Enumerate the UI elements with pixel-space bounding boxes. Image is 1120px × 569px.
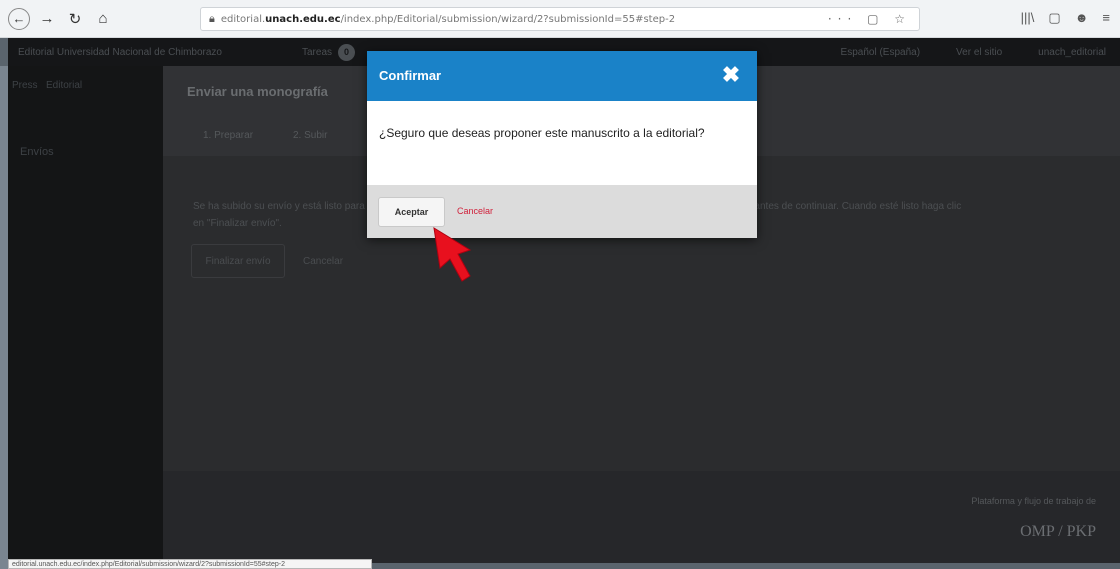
url-path: /index.php/Editorial/submission/wizard/2…: [340, 13, 676, 25]
reload-icon: ↻: [68, 10, 82, 28]
lock-icon: 🔒︎: [209, 12, 215, 25]
sidebar-item-submissions[interactable]: Envíos: [20, 146, 54, 158]
press-label: Press: [12, 80, 38, 91]
tasks-label: Tareas: [302, 46, 333, 58]
reload-button[interactable]: ↻: [64, 8, 86, 30]
page-title: Enviar una monografía: [187, 84, 328, 99]
sidebar-toggle-icon[interactable]: ▢: [1048, 10, 1060, 26]
home-icon: ⌂: [98, 10, 108, 27]
user-menu[interactable]: unach_editorial: [1038, 47, 1106, 58]
dialog-title: Confirmar: [379, 68, 442, 83]
confirm-dialog: Confirmar ✖ ¿Seguro que deseas proponer …: [367, 51, 757, 238]
press-switcher[interactable]: Press Editorial: [8, 80, 163, 100]
annotation-arrow-icon: [433, 227, 472, 282]
browser-right-icons: |||\ ▢ ☻ ≡: [1021, 10, 1110, 26]
forward-button[interactable]: →: [36, 8, 58, 30]
url-prefix: editorial.: [220, 13, 266, 25]
tab-prepare[interactable]: 1. Preparar: [203, 130, 253, 141]
accept-button[interactable]: Aceptar: [378, 197, 445, 227]
background-strip: [0, 66, 8, 569]
browser-toolbar: ← → ↻ ⌂ 🔒︎ editorial.unach.edu.ec/index.…: [0, 0, 1120, 38]
dialog-footer: Aceptar Cancelar: [367, 185, 757, 238]
tasks-menu[interactable]: Tareas 0: [302, 43, 356, 61]
finish-submission-button[interactable]: Finalizar envío: [191, 244, 285, 278]
status-bar-url: editorial.unach.edu.ec/index.php/Editori…: [8, 559, 372, 569]
home-button[interactable]: ⌂: [92, 8, 114, 30]
close-icon[interactable]: ✖: [719, 63, 743, 87]
press-name: Editorial: [46, 80, 83, 91]
main-cancel-link[interactable]: Cancelar: [303, 256, 343, 267]
account-icon[interactable]: ☻: [1075, 10, 1089, 26]
back-arrow-icon: ←: [12, 11, 26, 26]
back-button[interactable]: ←: [8, 7, 30, 30]
forward-arrow-icon: →: [39, 10, 55, 27]
dialog-header: Confirmar ✖: [367, 51, 757, 101]
language-menu[interactable]: Español (España): [841, 47, 921, 58]
menu-icon[interactable]: ≡: [1102, 10, 1110, 26]
omp-pkp-logo[interactable]: OMP / PKP: [1020, 523, 1096, 541]
url-bar[interactable]: 🔒︎ editorial.unach.edu.ec/index.php/Edit…: [200, 7, 920, 31]
url-domain: unach.edu.ec: [265, 13, 341, 25]
site-brand[interactable]: Editorial Universidad Nacional de Chimbo…: [18, 47, 222, 58]
header-right-menu: Español (España) Ver el sitio unach_edit…: [841, 47, 1106, 58]
url-bar-tools[interactable]: ··· ▢ ☆: [828, 12, 911, 26]
view-site-link[interactable]: Ver el sitio: [956, 47, 1002, 58]
tasks-count-badge: 0: [338, 43, 356, 61]
tab-upload[interactable]: 2. Subir: [293, 130, 327, 141]
library-icon[interactable]: |||\: [1021, 10, 1035, 26]
dialog-message: ¿Seguro que deseas proponer este manuscr…: [379, 126, 705, 140]
footer-powered-text: Plataforma y flujo de trabajo de: [971, 496, 1096, 506]
cancel-button[interactable]: Cancelar: [457, 206, 493, 216]
sidebar: Press Editorial Envíos: [8, 66, 163, 563]
page-footer: Plataforma y flujo de trabajo de OMP / P…: [163, 471, 1120, 563]
url-text: editorial.unach.edu.ec/index.php/Editori…: [221, 14, 675, 25]
